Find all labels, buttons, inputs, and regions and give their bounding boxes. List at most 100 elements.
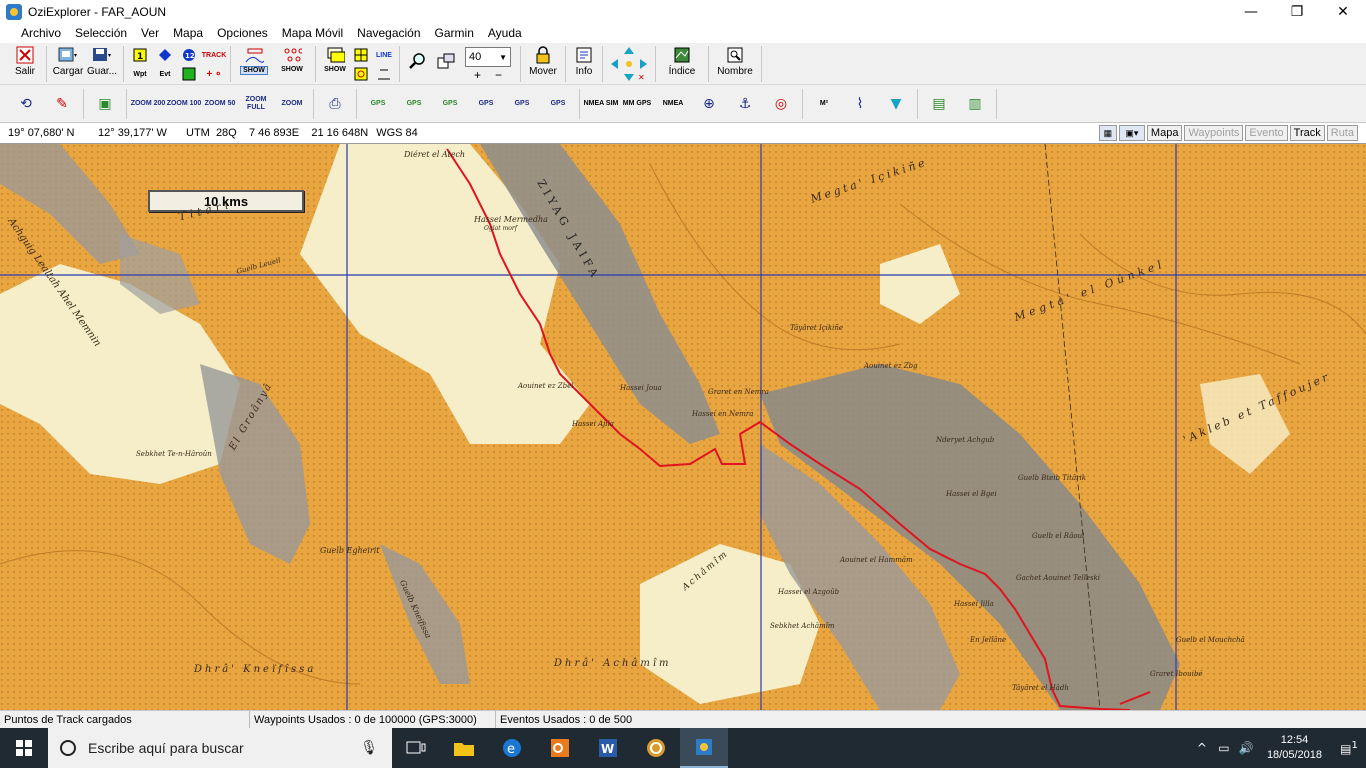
evt-button[interactable]: Evt (153, 65, 177, 83)
system-clock[interactable]: 12:54 18/05/2018 (1257, 733, 1332, 763)
waypoints-status: Waypoints Usados : 0 de 100000 (GPS:3000… (250, 710, 496, 729)
proximity-button[interactable]: ◎ (763, 87, 799, 121)
save-button[interactable]: Guar... (85, 43, 119, 84)
waypoint-show-button[interactable]: SHOW (273, 43, 311, 84)
gps-download-tracks-button[interactable]: GPS (540, 87, 576, 121)
track-show-button[interactable]: SHOW (235, 43, 273, 84)
route-number-icon[interactable]: 12 (177, 46, 201, 64)
line-icon[interactable]: LINE (373, 46, 395, 64)
nmea-sim-button[interactable]: NMEA SIM (583, 87, 619, 121)
move-button[interactable]: Mover (525, 43, 561, 84)
zoom-200-button[interactable]: ZOOM 200 (130, 87, 166, 121)
load-button[interactable]: Cargar (51, 43, 85, 84)
wpt-button[interactable]: Wpt (128, 65, 152, 83)
zoom-in-icon[interactable]: + (474, 68, 481, 82)
title-bar: OziExplorer - FAR_AOUN — ❐ ✕ (0, 0, 1366, 23)
gps-upload-routes-button[interactable]: GPS (396, 87, 432, 121)
map-view-icon[interactable]: ▦ (1098, 125, 1117, 141)
menu-navegacion[interactable]: Navegación (350, 23, 427, 43)
svg-text:e: e (507, 742, 515, 757)
map-import-button[interactable]: ▤ (921, 87, 957, 121)
zoom-50-button[interactable]: ZOOM 50 (202, 87, 238, 121)
word-button[interactable]: W (584, 728, 632, 768)
gps-upload-tracks-button[interactable]: GPS (432, 87, 468, 121)
waypoint-number-icon[interactable]: 1 (128, 46, 152, 64)
exit-button[interactable]: Salir (8, 43, 42, 84)
oziexplorer-taskbar-button[interactable] (680, 728, 728, 768)
volume-icon[interactable]: 🔊 (1235, 741, 1257, 755)
map-overview-button[interactable]: ▣ (87, 87, 123, 121)
zoom-out-icon[interactable]: − (495, 68, 502, 82)
menu-mapa-movil[interactable]: Mapa Móvil (275, 23, 350, 43)
event-diamond-icon[interactable] (153, 46, 177, 64)
minimize-button[interactable]: — (1228, 0, 1274, 23)
outlook-button[interactable] (536, 728, 584, 768)
center-target-button[interactable]: ⊕ (691, 87, 727, 121)
nmea-button[interactable]: NMEA (655, 87, 691, 121)
notifications-icon[interactable]: ▤1 (1332, 740, 1366, 756)
ozi-app-icon[interactable] (6, 3, 22, 20)
grid-icon[interactable] (350, 46, 372, 64)
filter-button[interactable]: ▼ (878, 87, 914, 121)
tab-waypoints[interactable]: Waypoints (1184, 125, 1244, 141)
range-ring-icon[interactable] (350, 65, 372, 83)
layers-show-button[interactable]: SHOW (320, 43, 350, 84)
zoom-tool-button[interactable] (404, 43, 432, 84)
svg-text:✕: ✕ (638, 73, 645, 82)
add-track-point-icon[interactable]: + ∘ (202, 65, 226, 83)
area-measure-button[interactable]: M² (806, 87, 842, 121)
map-view[interactable]: 10 kms Diéret el Atech Hassei Mermedha O… (0, 144, 1366, 710)
menu-archivo[interactable]: Archivo (14, 23, 68, 43)
elevation-profile-button[interactable]: ⌇ (842, 87, 878, 121)
track-group: 12 TRACK + ∘ (177, 46, 226, 83)
tab-ruta[interactable]: Ruta (1326, 125, 1358, 141)
line-tools-group: LINE (350, 46, 395, 83)
microphone-icon[interactable]: 🎙 (360, 740, 378, 756)
green-marker-icon[interactable] (177, 65, 201, 83)
menu-opciones[interactable]: Opciones (210, 23, 275, 43)
edge-button[interactable]: e (488, 728, 536, 768)
zoom-level-select[interactable]: 40 ▼ (465, 47, 511, 67)
app-compass-button[interactable] (632, 728, 680, 768)
start-button[interactable] (0, 728, 48, 768)
chevron-up-icon[interactable]: ^ (1191, 741, 1213, 755)
gps-upload-waypoints-button[interactable]: GPS (360, 87, 396, 121)
map-export-button[interactable]: ▥ (957, 87, 993, 121)
menu-ver[interactable]: Ver (134, 23, 166, 43)
anchor-alarm-button[interactable]: ⚓ (727, 87, 763, 121)
tab-evento[interactable]: Evento (1245, 125, 1288, 141)
moving-map-gps-button[interactable]: MM GPS (619, 87, 655, 121)
gps-download-routes-button[interactable]: GPS (504, 87, 540, 121)
pan-arrows-button[interactable]: ✕ (607, 43, 651, 84)
sync-maps-button[interactable]: ⟲ (8, 87, 44, 121)
map-export-icon: ▥ (968, 95, 982, 112)
map-label: Guelb Bteib Titârik (1018, 474, 1086, 482)
index-button[interactable]: Índice (660, 43, 704, 84)
menu-mapa[interactable]: Mapa (166, 23, 210, 43)
menu-ayuda[interactable]: Ayuda (481, 23, 529, 43)
menu-seleccion[interactable]: Selección (68, 23, 134, 43)
tab-track[interactable]: Track (1289, 125, 1325, 141)
info-button[interactable]: Info (570, 43, 598, 84)
close-button[interactable]: ✕ (1320, 0, 1366, 23)
zoom-window-button[interactable] (432, 43, 460, 84)
name-tool-icon[interactable] (373, 65, 395, 83)
taskbar-search[interactable]: Escribe aquí para buscar 🎙 (48, 728, 392, 768)
name-search-button[interactable]: Nombre (713, 43, 757, 84)
zoom-custom-button[interactable]: ZOOM (274, 87, 310, 121)
save-dropdown-icon[interactable]: ▣▾ (1118, 125, 1145, 141)
toolbar-separator (565, 46, 566, 82)
maximize-button[interactable]: ❐ (1274, 0, 1320, 23)
task-view-button[interactable] (392, 728, 440, 768)
tab-mapa[interactable]: Mapa (1146, 125, 1183, 141)
track-label[interactable]: TRACK (202, 46, 227, 64)
zoom-100-button[interactable]: ZOOM 100 (166, 87, 202, 121)
compass-icon (647, 739, 665, 757)
measure-tool-button[interactable]: ✎ (44, 87, 80, 121)
menu-garmin[interactable]: Garmin (428, 23, 481, 43)
network-icon[interactable]: ▭ (1213, 741, 1235, 755)
gps-download-waypoints-button[interactable]: GPS (468, 87, 504, 121)
zoom-full-button[interactable]: ZOOM FULL (238, 87, 274, 121)
print-button[interactable]: ⎙ (317, 87, 353, 121)
file-explorer-button[interactable] (440, 728, 488, 768)
